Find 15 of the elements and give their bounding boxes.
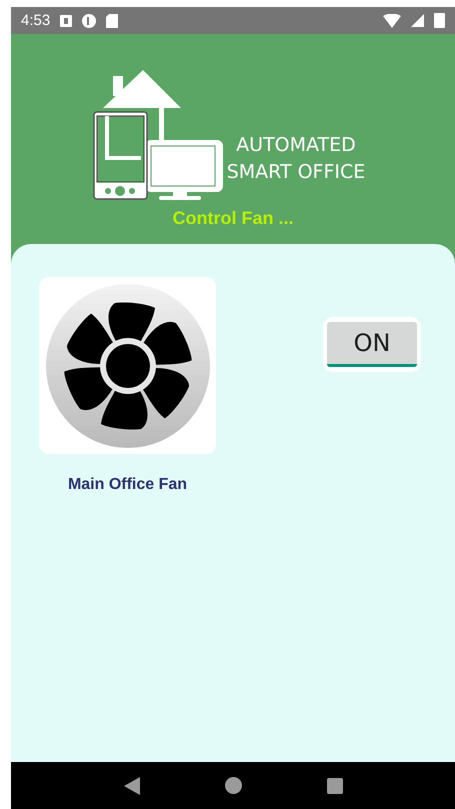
logo-text: AUTOMATED — [236, 133, 356, 158]
battery-icon — [434, 13, 445, 28]
home-icon[interactable] — [224, 777, 242, 794]
status-time: 4:53 — [21, 12, 50, 29]
back-icon[interactable] — [124, 776, 140, 794]
page-subtitle: Control Fan ... — [172, 208, 294, 229]
logo-text: SMART OFFICE — [226, 160, 366, 185]
sd-card-icon — [106, 14, 118, 28]
wifi-icon — [383, 14, 401, 28]
toggle-button[interactable]: ON — [327, 322, 417, 367]
device-name: Main Office Fan — [68, 476, 188, 494]
signal-icon — [411, 14, 424, 27]
notification-icon — [82, 14, 96, 28]
recents-icon[interactable] — [326, 778, 342, 794]
notification-icon — [60, 14, 72, 26]
